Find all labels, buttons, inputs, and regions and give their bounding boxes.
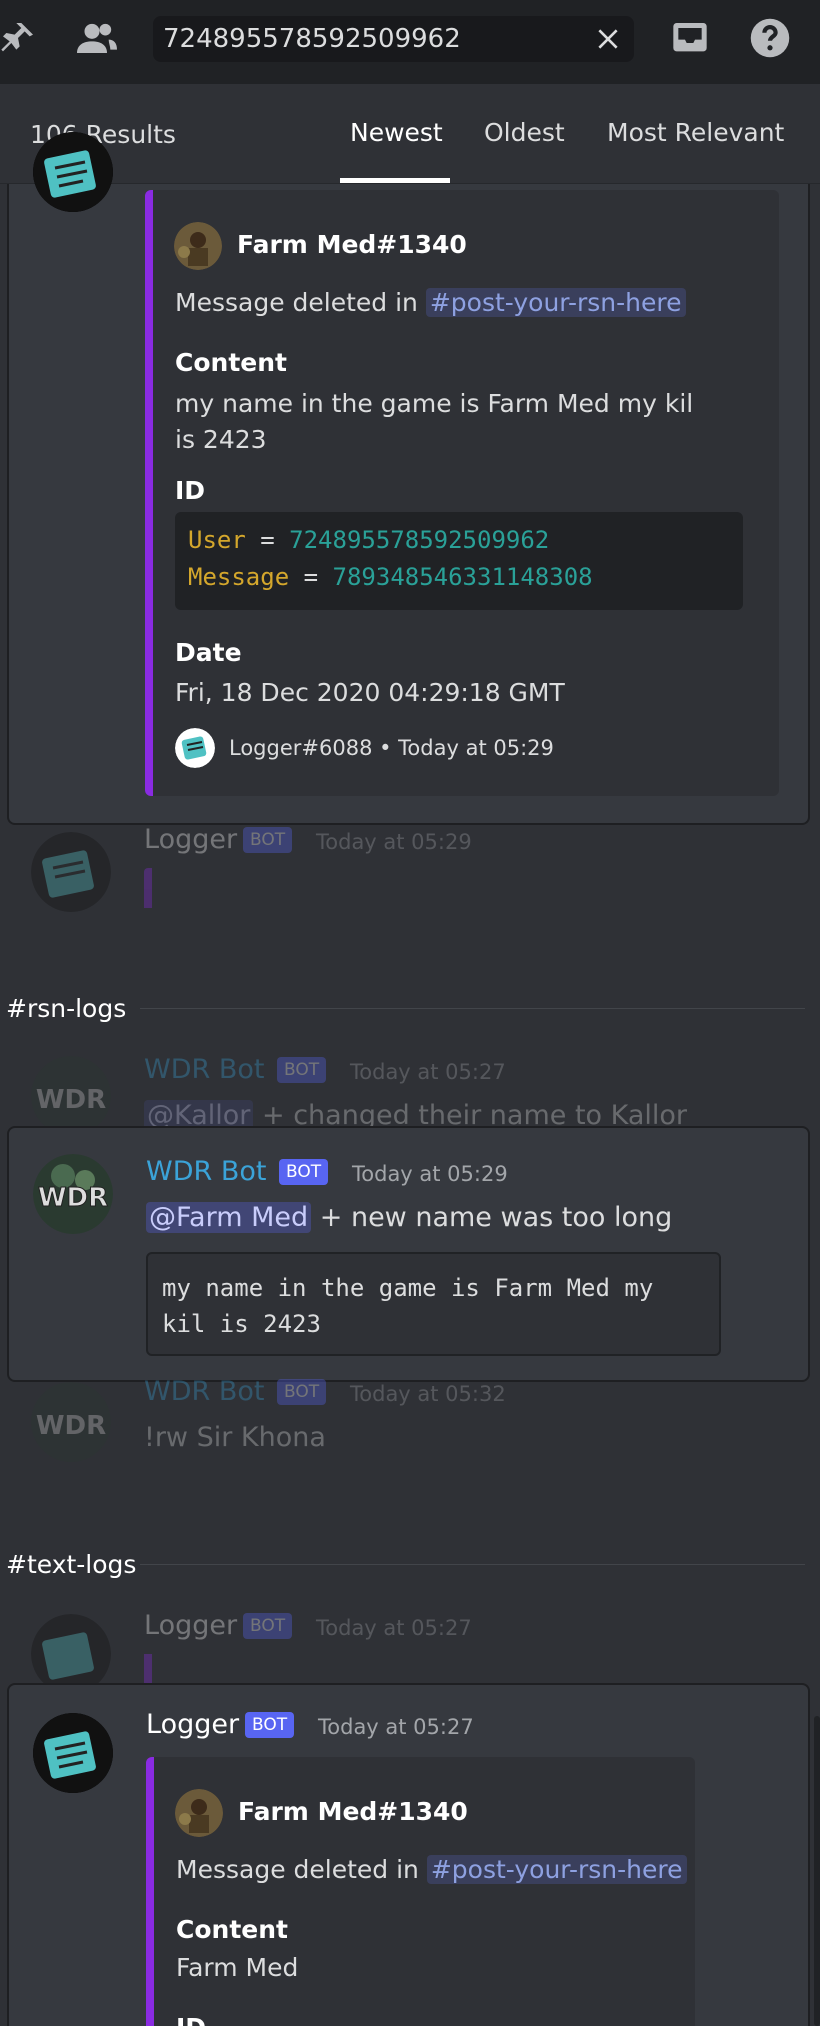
code-message-key: Message [188, 563, 290, 591]
date-value: Fri, 18 Dec 2020 04:29:18 GMT [175, 678, 565, 707]
footer-logger-icon [175, 728, 215, 768]
code-eq: = [303, 563, 319, 591]
username[interactable]: Logger [144, 824, 237, 855]
inbox-icon[interactable] [668, 16, 712, 60]
channel-link[interactable]: #post-your-rsn-here [426, 1855, 687, 1884]
logger-avatar [33, 1713, 113, 1793]
content-label: Content [176, 1915, 288, 1944]
embed-author-name: Farm Med#1340 [237, 230, 467, 259]
timestamp: Today at 05:29 [352, 1162, 508, 1186]
username[interactable]: WDR Bot [144, 1054, 264, 1085]
wdr-bot-avatar: WDR [31, 1382, 111, 1462]
channel-section-heading[interactable]: #text-logs [6, 1550, 136, 1579]
code-user-key: User [188, 526, 246, 554]
deleted-message-embed: Farm Med#1340 Message deleted in #post-y… [146, 1757, 695, 2026]
date-label: Date [175, 638, 242, 667]
message-text: @Farm Med + new name was too long [146, 1202, 672, 1233]
bot-badge: BOT [243, 827, 293, 853]
context-message: Logger BOT Today at 05:27 [0, 1610, 820, 1684]
svg-text:WDR: WDR [38, 1183, 108, 1213]
channel-section-heading[interactable]: #rsn-logs [6, 994, 126, 1023]
help-icon[interactable] [748, 16, 792, 60]
embed-bar [144, 868, 152, 908]
deleted-info: Message deleted in #post-your-rsn-here [176, 1855, 687, 1884]
context-message: WDR WDR Bot BOT Today at 05:27 @Kallor +… [0, 1050, 820, 1130]
bot-badge: BOT [277, 1057, 327, 1083]
author-avatar [175, 1789, 223, 1837]
code-message-value: 789348546331148308 [332, 563, 593, 591]
id-code-block: User = 724895578592509962 Message = 7893… [175, 512, 743, 610]
username[interactable]: WDR Bot [146, 1156, 266, 1187]
message-body: + new name was too long [319, 1202, 673, 1233]
bot-badge: BOT [243, 1613, 293, 1639]
context-message: Logger BOT Today at 05:29 [0, 824, 820, 924]
deleted-info: Message deleted in #post-your-rsn-here [175, 288, 686, 317]
tab-oldest[interactable]: Oldest [484, 118, 565, 147]
embed-footer: Logger#6088 • Today at 05:29 [229, 736, 554, 760]
svg-text:WDR: WDR [36, 1085, 106, 1115]
search-box[interactable] [153, 16, 634, 62]
deleted-prefix: Message deleted in [176, 1855, 419, 1884]
scrollbar[interactable] [814, 1716, 820, 2026]
search-result-card[interactable]: Logger BOT Today at 05:27 Farm Med#1340 … [7, 1683, 810, 2026]
divider [140, 1564, 805, 1565]
username[interactable]: Logger [146, 1709, 239, 1740]
context-message: WDR WDR Bot BOT Today at 05:32 !rw Sir K… [0, 1376, 820, 1462]
divider [140, 1008, 805, 1009]
search-result-card[interactable]: Farm Med#1340 Message deleted in #post-y… [7, 132, 810, 825]
search-input[interactable] [163, 16, 563, 62]
content-label: Content [175, 348, 287, 377]
wdr-bot-avatar: WDR [33, 1154, 113, 1234]
timestamp: Today at 05:27 [316, 1616, 472, 1640]
deleted-prefix: Message deleted in [175, 288, 418, 317]
timestamp: Today at 05:27 [318, 1715, 474, 1739]
top-bar [0, 0, 820, 84]
wdr-bot-avatar: WDR [31, 1056, 111, 1130]
pin-icon[interactable] [0, 16, 40, 60]
logger-avatar [31, 832, 111, 912]
svg-text:WDR: WDR [36, 1411, 106, 1441]
code-text: my name in the game is Farm Med my kil i… [162, 1274, 654, 1338]
author-avatar [174, 222, 222, 270]
results-header: 106 Results Newest Oldest Most Relevant [0, 84, 820, 184]
logger-avatar [33, 132, 113, 212]
search-result-card[interactable]: WDR WDR Bot BOT Today at 05:29 @Farm Med… [7, 1126, 810, 1382]
bot-badge: BOT [279, 1159, 329, 1185]
code-user-value: 724895578592509962 [289, 526, 550, 554]
content-value: Farm Med [176, 1953, 299, 1982]
timestamp: Today at 05:27 [350, 1060, 506, 1084]
tab-newest[interactable]: Newest [350, 118, 443, 147]
timestamp: Today at 05:29 [316, 830, 472, 854]
embed-bar [144, 1654, 152, 1684]
members-icon[interactable] [75, 16, 119, 60]
tab-most-relevant[interactable]: Most Relevant [607, 118, 784, 147]
embed-author-name: Farm Med#1340 [238, 1797, 468, 1826]
active-tab-indicator [340, 178, 450, 183]
content-value: my name in the game is Farm Med my kil i… [175, 389, 694, 454]
username[interactable]: WDR Bot [144, 1376, 264, 1407]
timestamp: Today at 05:32 [350, 1382, 506, 1406]
code-block: my name in the game is Farm Med my kil i… [146, 1252, 721, 1356]
id-label: ID [175, 476, 206, 505]
deleted-message-embed: Farm Med#1340 Message deleted in #post-y… [145, 190, 779, 796]
username[interactable]: Logger [144, 1610, 237, 1641]
logger-avatar [31, 1614, 111, 1684]
clear-search-icon[interactable] [592, 23, 624, 55]
bot-badge: BOT [245, 1712, 295, 1738]
user-mention[interactable]: @Farm Med [146, 1202, 312, 1233]
code-eq: = [260, 526, 275, 554]
channel-link[interactable]: #post-your-rsn-here [425, 288, 686, 317]
id-label: ID [176, 2013, 206, 2026]
message-text: !rw Sir Khona [144, 1422, 326, 1453]
bot-badge: BOT [277, 1379, 327, 1405]
